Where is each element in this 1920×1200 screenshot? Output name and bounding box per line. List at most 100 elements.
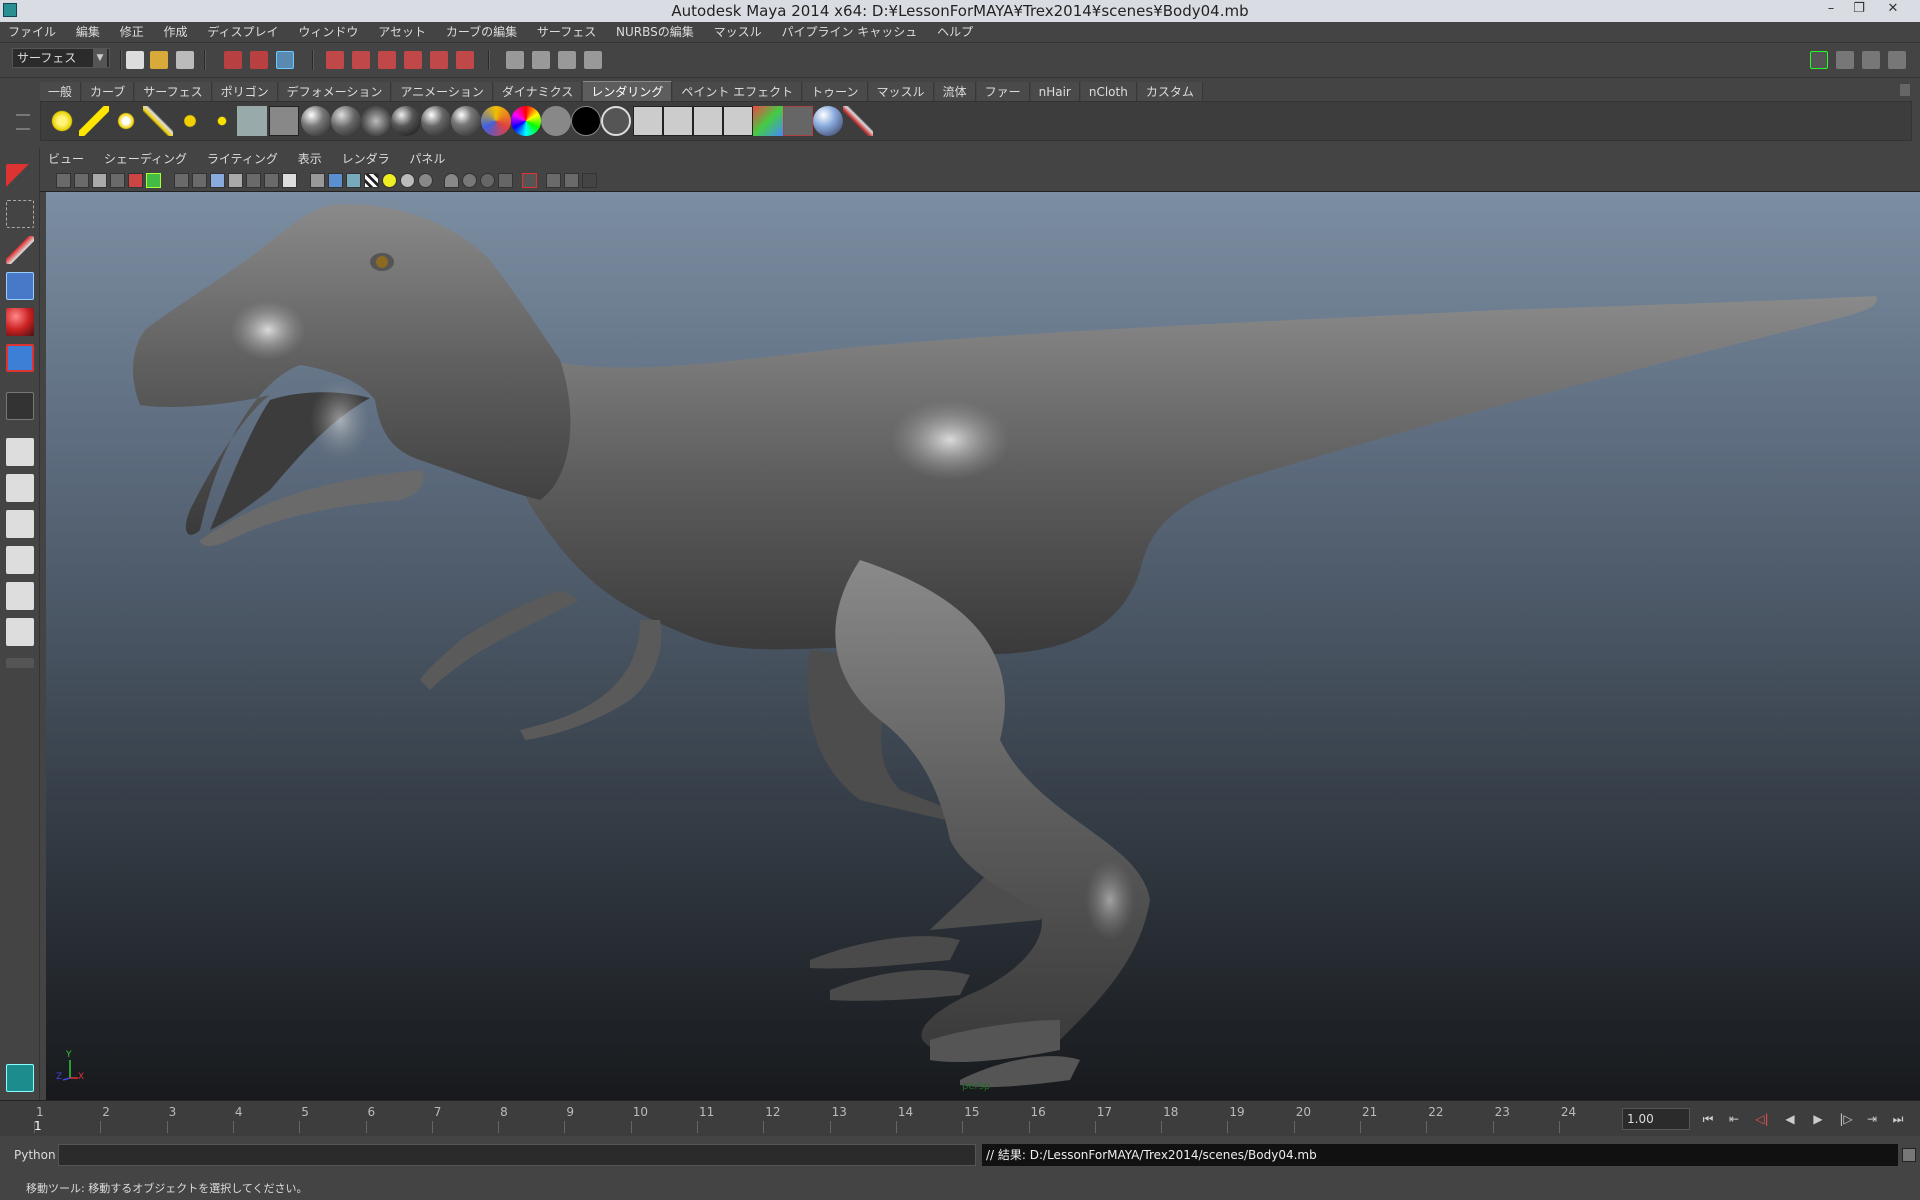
ramp-shader-icon[interactable]	[481, 106, 511, 136]
phonge-material-icon[interactable]	[421, 106, 451, 136]
shelf-tab-toon[interactable]: トゥーン	[803, 82, 868, 102]
snap-grid-icon[interactable]	[326, 51, 344, 69]
channel-box-toggle-icon[interactable]	[1862, 51, 1880, 69]
step-forward-key-icon[interactable]: ⇥	[1862, 1112, 1882, 1128]
panel-menu-view[interactable]: ビュー	[40, 148, 92, 170]
render-view-shelf-icon[interactable]	[269, 106, 299, 136]
current-time-field[interactable]: 1.00	[1622, 1108, 1690, 1130]
menu-pipeline-cache[interactable]: パイプライン キャッシュ	[773, 22, 925, 43]
panel-menu-shading[interactable]: シェーディング	[96, 148, 195, 170]
share-icon[interactable]	[582, 173, 597, 188]
layered-shader-icon[interactable]	[451, 106, 481, 136]
select-by-hierarchy-icon[interactable]	[224, 51, 242, 69]
select-by-object-icon[interactable]	[250, 51, 268, 69]
lasso-tool-icon[interactable]	[6, 200, 34, 228]
step-back-key-icon[interactable]: ⇤	[1724, 1112, 1744, 1128]
shelf-tab-animation[interactable]: アニメーション	[392, 82, 493, 102]
persp-graph-hypergraph-layout-icon[interactable]	[6, 618, 34, 646]
menu-surfaces[interactable]: サーフェス	[529, 22, 604, 43]
surface-shader-icon[interactable]	[541, 106, 571, 136]
menu-edit[interactable]: 編集	[68, 22, 108, 43]
attribute-editor-toggle-icon[interactable]	[1810, 51, 1828, 69]
close-button[interactable]: ✕	[1880, 1, 1906, 19]
menu-edit-nurbs[interactable]: NURBSの編集	[608, 22, 702, 43]
use-background-icon[interactable]	[571, 106, 601, 136]
select-tool-icon[interactable]	[6, 164, 34, 192]
xray-icon[interactable]	[462, 173, 477, 188]
safe-action-icon[interactable]	[264, 173, 279, 188]
shading-map-icon[interactable]	[601, 106, 631, 136]
spot-light-icon[interactable]	[143, 106, 173, 136]
current-frame-marker[interactable]: 1	[34, 1119, 42, 1133]
shelf-tab-paint-effects[interactable]: ペイント エフェクト	[673, 82, 803, 102]
command-language-toggle[interactable]: Python	[14, 1148, 56, 1162]
paint-texture-icon[interactable]	[843, 106, 873, 136]
render-settings-shelf-icon[interactable]	[723, 106, 753, 136]
panel-menu-panels[interactable]: パネル	[401, 148, 453, 170]
shelf-tab-surfaces[interactable]: サーフェス	[135, 82, 212, 102]
render-settings-icon[interactable]	[584, 51, 602, 69]
shelf-tab-polygons[interactable]: ポリゴン	[212, 82, 278, 102]
menu-create[interactable]: 作成	[156, 22, 196, 43]
image-plane-icon[interactable]	[110, 173, 125, 188]
menu-set-selector[interactable]: サーフェス ▼	[12, 48, 110, 68]
snap-curve-icon[interactable]	[352, 51, 370, 69]
select-by-component-icon[interactable]	[276, 51, 294, 69]
paint-select-tool-icon[interactable]	[6, 236, 34, 264]
go-to-end-icon[interactable]: ⏭	[1888, 1112, 1908, 1128]
xray-components-icon[interactable]	[498, 173, 513, 188]
open-scene-icon[interactable]	[150, 51, 168, 69]
render-frame-icon[interactable]	[532, 51, 550, 69]
film-gate-icon[interactable]	[192, 173, 207, 188]
camera-icon[interactable]	[237, 106, 267, 136]
render-view-icon[interactable]	[506, 51, 524, 69]
trex-model[interactable]	[46, 192, 1920, 1100]
use-all-lights-icon[interactable]	[382, 173, 397, 188]
save-scene-icon[interactable]	[176, 51, 194, 69]
hypershade-persp-layout-icon[interactable]	[6, 582, 34, 610]
ipr-render-icon[interactable]	[558, 51, 576, 69]
menu-display[interactable]: ディスプレイ	[199, 22, 286, 43]
shelf-tab-ncloth[interactable]: nCloth	[1080, 82, 1137, 102]
bookmarks-icon[interactable]	[92, 173, 107, 188]
toolbox-collapse-icon[interactable]	[6, 658, 34, 668]
hypershade-icon[interactable]	[753, 106, 783, 136]
persp-graph-layout-icon[interactable]	[6, 546, 34, 574]
menu-file[interactable]: ファイル	[0, 22, 64, 43]
shelf-tab-general[interactable]: 一般	[40, 82, 82, 102]
shelf-menu-icon[interactable]	[16, 114, 30, 130]
volume-light-icon[interactable]	[207, 106, 237, 136]
screen-space-ao-icon[interactable]	[418, 173, 433, 188]
frame-all-icon[interactable]	[564, 173, 579, 188]
last-tool-icon[interactable]	[6, 392, 34, 420]
restore-button[interactable]: ❐	[1846, 1, 1872, 19]
rotate-tool-icon[interactable]	[6, 308, 34, 336]
command-input[interactable]	[58, 1144, 976, 1166]
panel-menu-lighting[interactable]: ライティング	[199, 148, 286, 170]
anisotropic-material-icon[interactable]	[301, 106, 331, 136]
ambient-light-icon[interactable]	[47, 106, 77, 136]
snap-point-icon[interactable]	[378, 51, 396, 69]
point-light-icon[interactable]	[111, 106, 141, 136]
shelf-tab-curves[interactable]: カーブ	[82, 82, 135, 102]
magnet-icon[interactable]	[456, 51, 474, 69]
shelf-tab-custom[interactable]: カスタム	[1137, 82, 1203, 102]
move-tool-icon[interactable]	[6, 272, 34, 300]
lambert-material-icon[interactable]	[361, 106, 391, 136]
tool-settings-toggle-icon[interactable]	[1836, 51, 1854, 69]
four-view-layout-icon[interactable]	[6, 474, 34, 502]
persp-outliner-layout-icon[interactable]	[6, 510, 34, 538]
hud-icon[interactable]	[522, 173, 537, 188]
phong-material-icon[interactable]	[391, 106, 421, 136]
shelf-tab-fur[interactable]: ファー	[976, 82, 1030, 102]
shelf-tab-deformation[interactable]: デフォメーション	[278, 82, 392, 102]
layer-editor-toggle-icon[interactable]	[1888, 51, 1906, 69]
perspective-viewport[interactable]: Y Z X persp	[46, 192, 1920, 1100]
shelf-tab-dynamics[interactable]: ダイナミクス	[493, 82, 583, 102]
shelf-tab-nhair[interactable]: nHair	[1030, 82, 1080, 102]
batch-render-icon[interactable]	[693, 106, 723, 136]
assign-material-icon[interactable]	[813, 106, 843, 136]
color-ramp-icon[interactable]	[511, 106, 541, 136]
directional-light-icon[interactable]	[79, 106, 109, 136]
frame-selected-icon[interactable]	[546, 173, 561, 188]
